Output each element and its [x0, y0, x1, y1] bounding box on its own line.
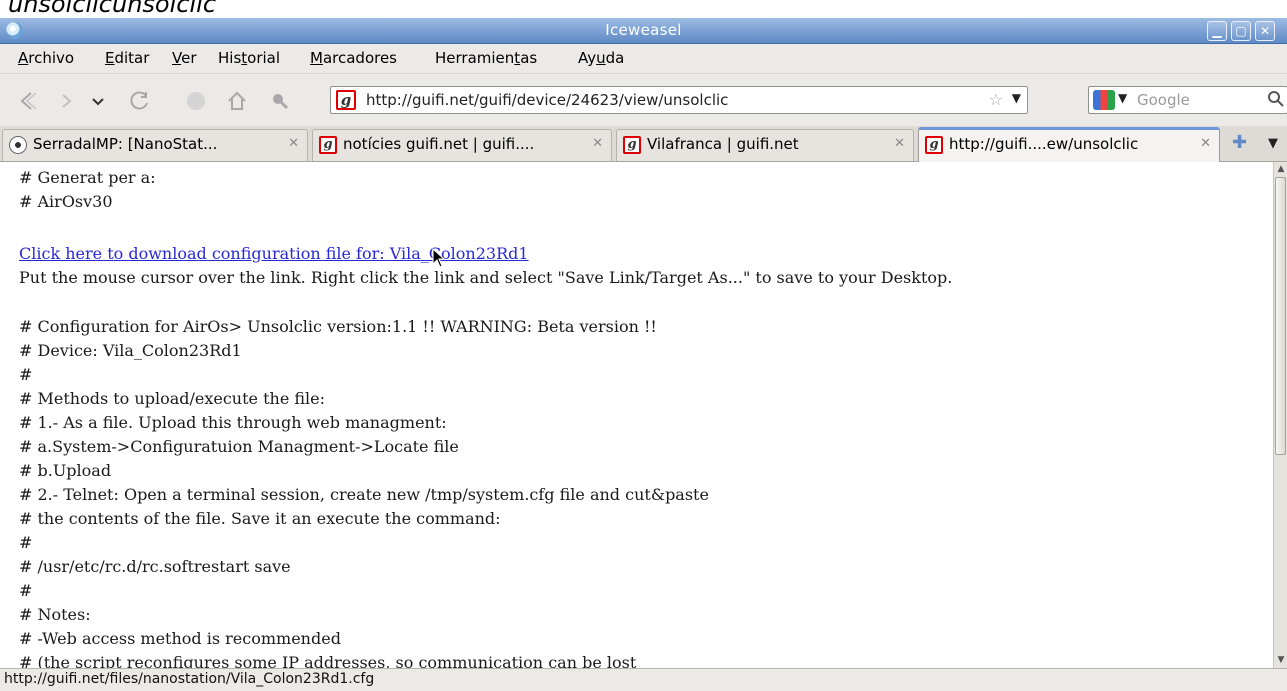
- menu-accesskey: M: [310, 49, 323, 67]
- tab-bar: SerradalMP: [NanoStat... ✕ g notícies gu…: [0, 126, 1287, 162]
- maximize-button[interactable]: ▢: [1231, 21, 1251, 41]
- menu-accesskey: V: [172, 49, 182, 67]
- background-header-text: unsolclicunsolclic: [0, 0, 1287, 18]
- tab-noticies[interactable]: g notícies guifi.net | guifi.... ✕: [312, 129, 612, 161]
- tab-label: SerradalMP: [NanoStat...: [33, 135, 218, 153]
- forward-icon[interactable]: [54, 89, 78, 113]
- tab-label: notícies guifi.net | guifi....: [343, 135, 535, 153]
- menu-label-part: rchivo: [28, 49, 75, 67]
- status-bar: http://guifi.net/files/nanostation/Vila_…: [0, 668, 1287, 691]
- close-window-button[interactable]: ✕: [1255, 21, 1275, 41]
- menu-editar[interactable]: Editar: [105, 49, 149, 67]
- tab-unsolclic[interactable]: g http://guifi....ew/unsolclic ✕: [918, 127, 1220, 162]
- config-line: # the contents of the file. Save it an e…: [19, 509, 501, 528]
- config-line: # 1.- As a file. Upload this through web…: [19, 413, 447, 432]
- text-line: # Generat per a:: [19, 168, 156, 187]
- window-titlebar[interactable]: Iceweasel ▁ ▢ ✕: [0, 18, 1287, 44]
- search-placeholder[interactable]: Google: [1137, 91, 1190, 109]
- guifi-favicon-icon: g: [623, 136, 641, 154]
- menu-bar: Archivo Editar Ver Historial Marcadores …: [0, 44, 1287, 74]
- globe-favicon-icon: [9, 136, 27, 154]
- tab-vilafranca[interactable]: g Vilafranca | guifi.net ✕: [616, 129, 914, 161]
- config-line: #: [19, 365, 33, 384]
- menu-label-part: ditar: [114, 49, 150, 67]
- instructions-text: Put the mouse cursor over the link. Righ…: [19, 268, 953, 287]
- tab-list-chevron-icon[interactable]: ▼: [1268, 136, 1278, 151]
- site-identity-icon[interactable]: g: [336, 90, 356, 110]
- search-engine-dropdown-icon[interactable]: ▼: [1118, 91, 1127, 105]
- guifi-favicon-icon: g: [319, 136, 337, 154]
- search-box[interactable]: ▼ Google: [1088, 86, 1287, 114]
- search-engine-icon[interactable]: [1093, 90, 1115, 110]
- config-line: # Configuration for AirOs> Unsolclic ver…: [19, 317, 657, 336]
- config-line: # a.System->Configuratuion Managment->Lo…: [19, 437, 459, 456]
- config-line: # Methods to upload/execute the file:: [19, 389, 326, 408]
- vertical-scrollbar[interactable]: ▲ ▼: [1273, 162, 1287, 668]
- config-line: #: [19, 581, 33, 600]
- scroll-up-arrow-icon[interactable]: ▲: [1275, 162, 1287, 176]
- page-content: # Generat per a: # AirOsv30 Click here t…: [0, 162, 1273, 668]
- menu-label-part: Ay: [578, 49, 597, 67]
- config-line: # (the script reconfigures some IP addre…: [19, 653, 637, 668]
- window-title: Iceweasel: [605, 21, 682, 39]
- menu-herramientas[interactable]: Herramientas: [435, 49, 537, 67]
- menu-accesskey: u: [596, 49, 606, 67]
- guifi-favicon-icon: g: [925, 136, 943, 154]
- tab-label: http://guifi....ew/unsolclic: [949, 135, 1139, 153]
- scroll-down-arrow-icon[interactable]: ▼: [1275, 653, 1287, 667]
- menu-ayuda[interactable]: Ayuda: [578, 49, 624, 67]
- home-icon[interactable]: [225, 89, 249, 113]
- navigation-toolbar: g http://guifi.net/guifi/device/24623/vi…: [0, 74, 1287, 126]
- tab-label: Vilafranca | guifi.net: [647, 135, 799, 153]
- tab-close-icon[interactable]: ✕: [592, 136, 603, 151]
- menu-label-part: His: [218, 49, 242, 67]
- minimize-button[interactable]: ▁: [1207, 21, 1227, 41]
- menu-label-part: er: [181, 49, 197, 67]
- config-line: # Notes:: [19, 605, 91, 624]
- menu-label-part: arcadores: [322, 49, 398, 67]
- url-bar[interactable]: g http://guifi.net/guifi/device/24623/vi…: [330, 86, 1028, 114]
- back-icon[interactable]: [16, 89, 40, 113]
- menu-marcadores[interactable]: Marcadores: [310, 49, 397, 67]
- config-line: # -Web access method is recommended: [19, 629, 341, 648]
- menu-label-part: da: [605, 49, 625, 67]
- menu-label-part: as: [520, 49, 538, 67]
- tab-close-icon[interactable]: ✕: [894, 136, 905, 151]
- hand-cursor-icon: [432, 248, 446, 268]
- menu-accesskey: A: [18, 49, 29, 67]
- tab-close-icon[interactable]: ✕: [1200, 136, 1211, 151]
- status-url-text: http://guifi.net/files/nanostation/Vila_…: [4, 671, 375, 687]
- history-dropdown-icon[interactable]: [86, 89, 110, 113]
- tab-serradalmp[interactable]: SerradalMP: [NanoStat... ✕: [2, 129, 308, 161]
- download-config-link[interactable]: Click here to download configuration fil…: [19, 244, 529, 263]
- bookmark-star-icon[interactable]: ☆: [989, 90, 1003, 109]
- new-tab-plus-icon[interactable]: ✚: [1232, 132, 1247, 153]
- url-dropdown-icon[interactable]: ▼: [1012, 91, 1021, 105]
- config-line: #: [19, 533, 33, 552]
- config-line: # /usr/etc/rc.d/rc.softrestart save: [19, 557, 291, 576]
- scrollbar-thumb[interactable]: [1275, 177, 1286, 455]
- background-title-text: unsolclicunsolclic: [8, 0, 217, 18]
- menu-ver[interactable]: Ver: [172, 49, 197, 67]
- menu-label-part: orial: [247, 49, 281, 67]
- config-line: # b.Upload: [19, 461, 112, 480]
- search-icon[interactable]: [1267, 90, 1285, 108]
- url-text[interactable]: http://guifi.net/guifi/device/24623/view…: [366, 91, 728, 109]
- config-line: # Device: Vila_Colon23Rd1: [19, 341, 242, 360]
- plugin-icon[interactable]: [268, 89, 292, 113]
- menu-historial[interactable]: Historial: [218, 49, 280, 67]
- menu-archivo[interactable]: Archivo: [18, 49, 74, 67]
- stop-icon[interactable]: [184, 89, 208, 113]
- reload-icon[interactable]: [128, 89, 152, 113]
- text-line: # AirOsv30: [19, 192, 113, 211]
- tab-close-icon[interactable]: ✕: [288, 136, 299, 151]
- config-line: # 2.- Telnet: Open a terminal session, c…: [19, 485, 709, 504]
- menu-label-part: Herramien: [435, 49, 515, 67]
